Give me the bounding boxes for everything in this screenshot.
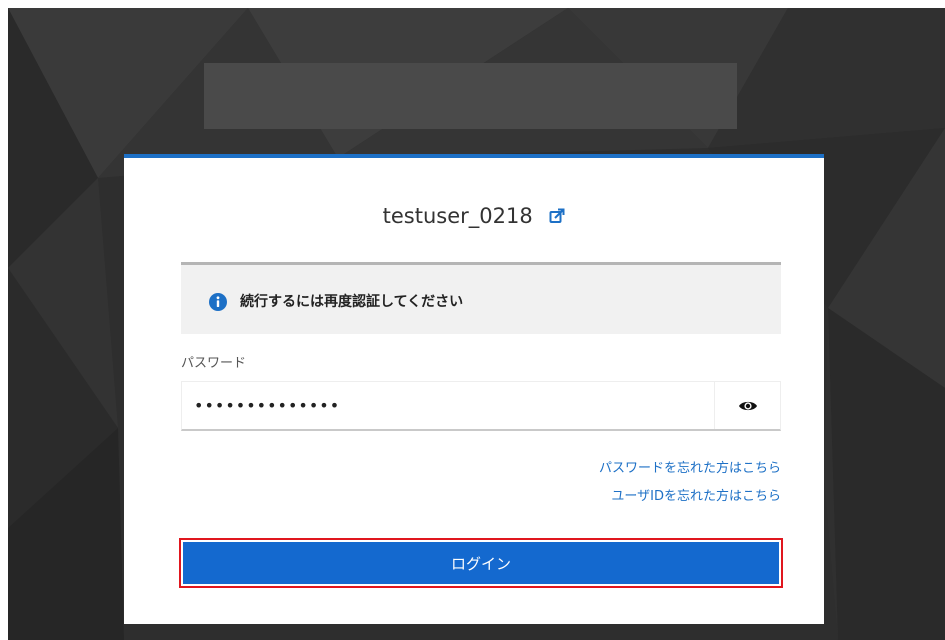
login-button[interactable]: ログイン: [183, 542, 779, 584]
password-label: パスワード: [181, 356, 247, 371]
login-highlight: ログイン: [179, 538, 783, 588]
external-link-icon[interactable]: [549, 208, 565, 224]
password-input[interactable]: [182, 382, 714, 429]
show-password-button[interactable]: [715, 382, 780, 429]
username-text: testuser_0218: [382, 204, 533, 228]
eye-icon: [738, 401, 757, 410]
logo-placeholder: [204, 63, 737, 129]
forgot-userid-link[interactable]: ユーザIDを忘れた方はこちら: [611, 488, 781, 506]
username-row: testuser_0218: [124, 200, 824, 231]
info-icon: [209, 293, 227, 311]
forgot-password-link[interactable]: パスワードを忘れた方はこちら: [599, 460, 781, 478]
login-page: testuser_0218 続行するには再度認証してください パスワード •••…: [8, 8, 945, 640]
login-card: testuser_0218 続行するには再度認証してください パスワード •••…: [124, 154, 824, 624]
password-field: [181, 381, 781, 431]
alert-message: 続行するには再度認証してください: [240, 294, 464, 310]
reauth-alert: 続行するには再度認証してください: [181, 262, 781, 334]
